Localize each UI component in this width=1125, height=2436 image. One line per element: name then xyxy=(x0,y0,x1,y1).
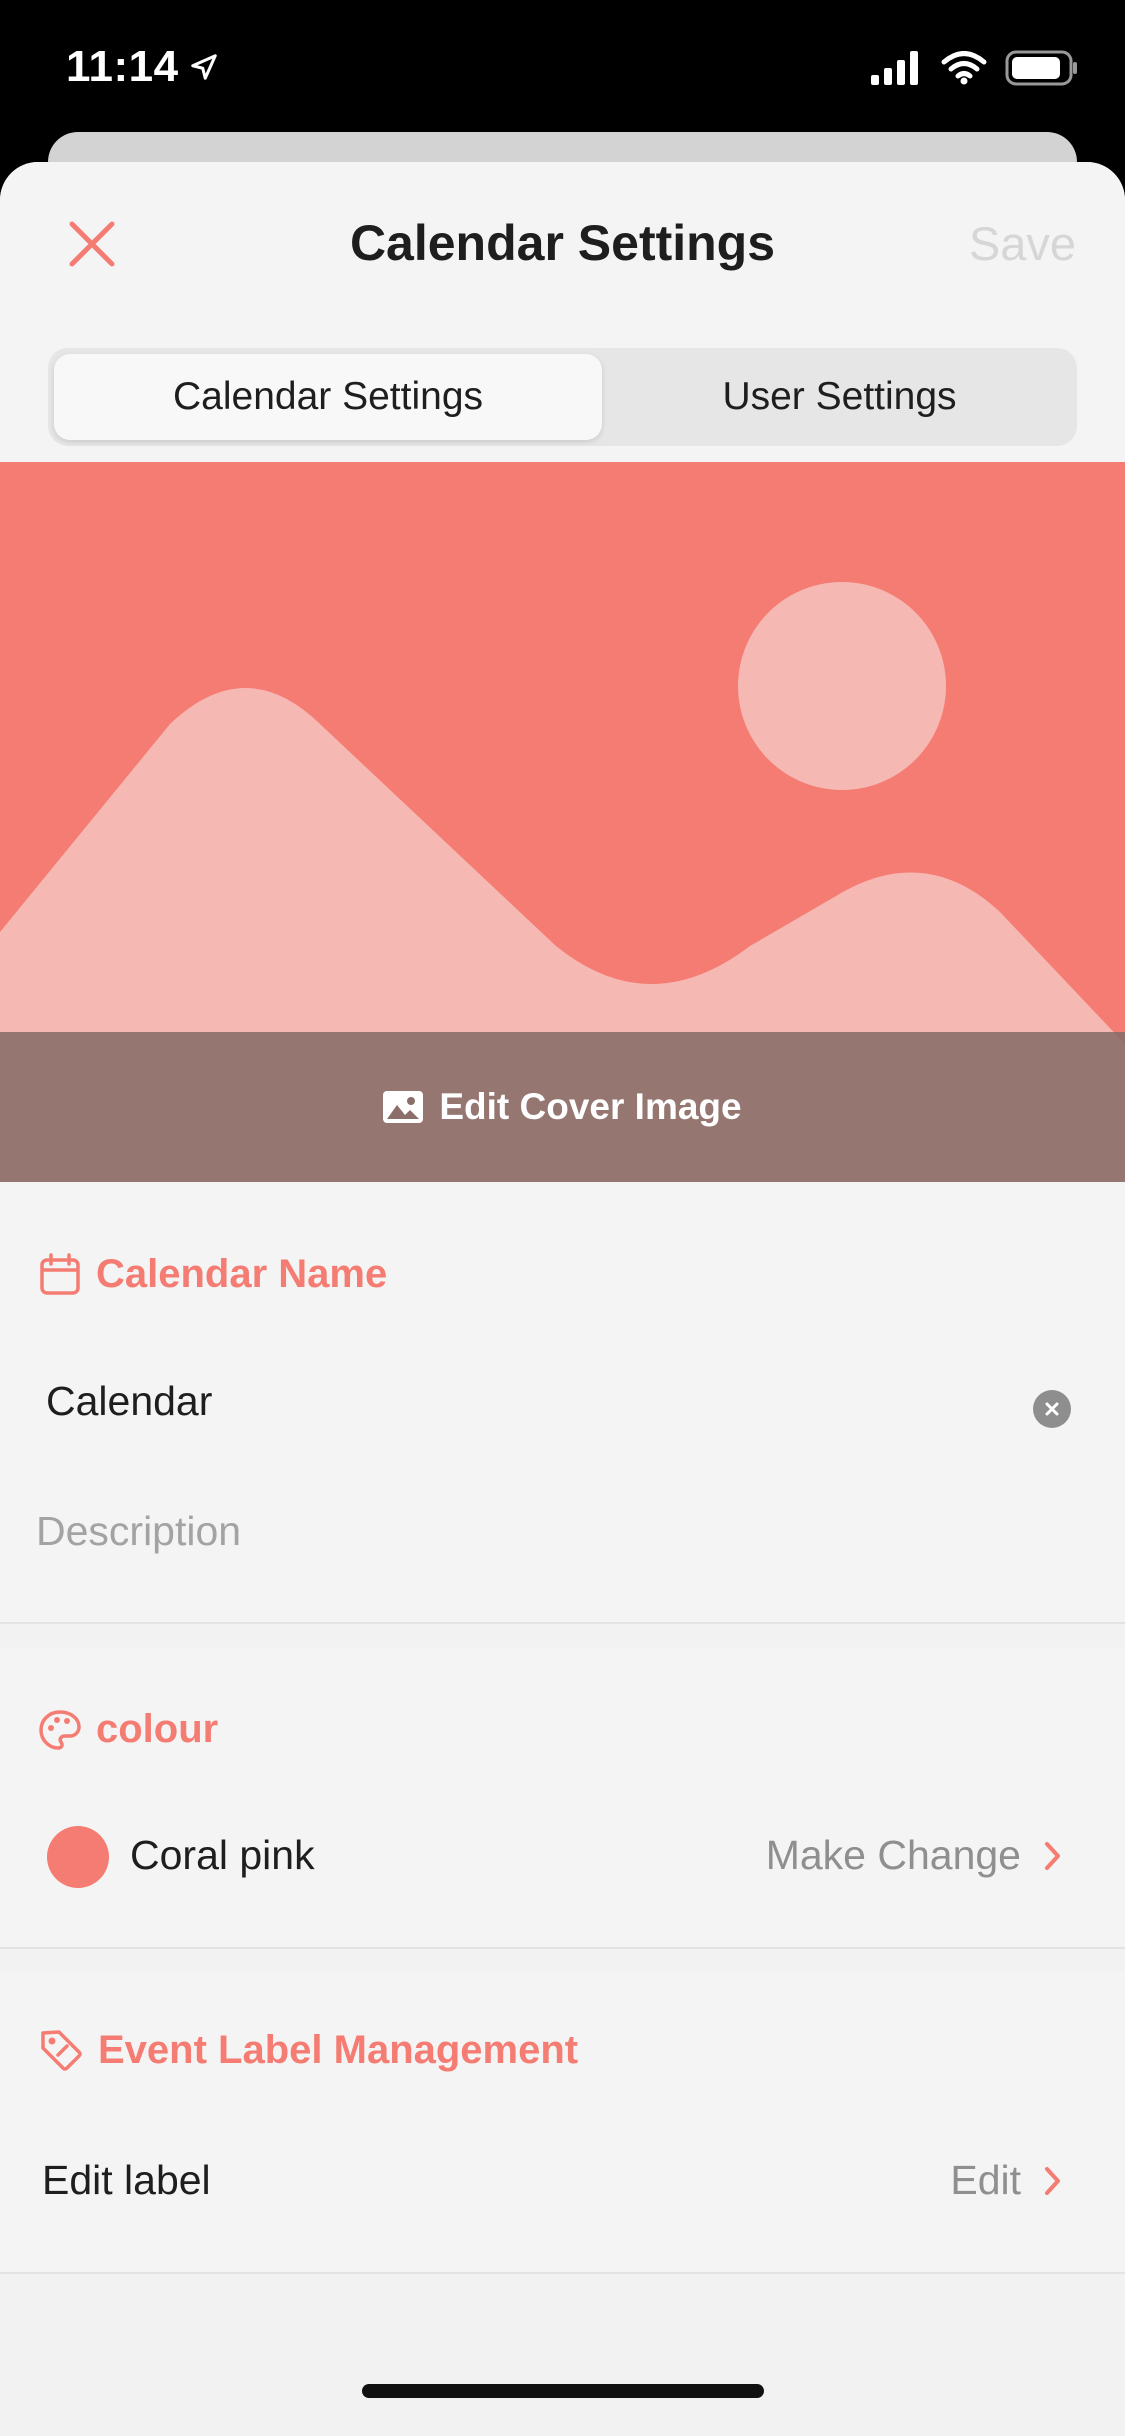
event-label-heading-text: Event Label Management xyxy=(98,2027,579,2072)
colour-heading-text: colour xyxy=(96,1707,219,1751)
battery-icon xyxy=(1005,50,1077,86)
colour-name: Coral pink xyxy=(130,1832,315,1878)
palette-icon xyxy=(39,1709,81,1750)
save-button[interactable]: Save xyxy=(969,216,1076,271)
calendar-icon xyxy=(40,1252,80,1295)
colour-row[interactable]: Coral pink Make Change xyxy=(0,1797,1125,1917)
calendar-name-section: Calendar Name Calendar Description xyxy=(0,1182,1125,1622)
chevron-right-icon xyxy=(1045,1841,1060,1870)
event-label-section: Event Label Management Edit label Edit xyxy=(0,1972,1125,2272)
description-input[interactable]: Description xyxy=(36,1508,241,1555)
location-arrow-icon xyxy=(190,54,217,80)
edit-cover-image-label: Edit Cover Image xyxy=(439,1086,742,1127)
settings-sheet: Calendar Settings Save Calendar Settings… xyxy=(0,162,1125,2436)
navbar: Calendar Settings Save xyxy=(0,162,1125,332)
make-change-label: Make Change xyxy=(765,1832,1021,1878)
segmented-control: Calendar Settings User Settings xyxy=(48,348,1077,446)
status-time: 11:14 xyxy=(66,42,219,92)
page-title: Calendar Settings xyxy=(349,215,776,271)
image-icon xyxy=(383,1091,424,1123)
edit-cover-image-button[interactable]: Edit Cover Image xyxy=(0,1032,1125,1182)
colour-swatch xyxy=(47,1826,109,1888)
edit-label-row[interactable]: Edit label Edit xyxy=(0,2122,1125,2242)
section-divider xyxy=(0,1622,1125,1624)
tab-user-settings[interactable]: User Settings xyxy=(608,354,1071,440)
event-label-heading: Event Label Management xyxy=(38,2027,578,2073)
colour-heading: colour xyxy=(38,1707,218,1752)
clear-icon xyxy=(1045,1402,1059,1416)
cover-image[interactable]: Edit Cover Image xyxy=(0,462,1125,1182)
tag-icon xyxy=(41,2030,82,2071)
edit-link-label: Edit xyxy=(950,2157,1021,2203)
tab-calendar-settings[interactable]: Calendar Settings xyxy=(54,354,602,440)
home-indicator xyxy=(362,2384,764,2398)
colour-section: colour Coral pink Make Change xyxy=(0,1647,1125,1947)
signal-icon xyxy=(871,51,918,85)
wifi-icon xyxy=(941,51,987,85)
edit-link[interactable]: Edit xyxy=(950,2157,1063,2204)
section-divider xyxy=(0,2272,1125,2274)
calendar-name-input[interactable]: Calendar xyxy=(46,1378,212,1425)
section-divider xyxy=(0,1947,1125,1949)
status-bar: 11:14 xyxy=(0,0,1125,140)
calendar-name-heading: Calendar Name xyxy=(38,1252,387,1297)
status-icons xyxy=(871,50,1079,86)
edit-label-text: Edit label xyxy=(42,2157,211,2203)
clear-text-button[interactable] xyxy=(1033,1390,1071,1428)
calendar-name-heading-text: Calendar Name xyxy=(96,1252,388,1296)
chevron-right-icon xyxy=(1045,2166,1060,2195)
make-change-link[interactable]: Make Change xyxy=(766,1832,1063,1879)
clock-text: 11:14 xyxy=(66,42,179,91)
